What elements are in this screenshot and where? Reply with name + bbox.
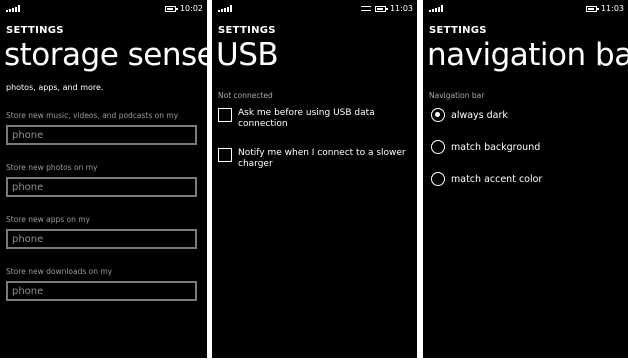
photos-storage-label: Store new photos on my (6, 163, 98, 172)
status-bar: 10:02 (6, 4, 203, 16)
usb-screen: 11:03 SETTINGS USB Not connected Ask me … (212, 0, 417, 358)
ask-before-usb-checkbox[interactable] (218, 108, 232, 122)
page-title: storage sense (4, 37, 207, 73)
status-time: 10:02 (179, 4, 203, 13)
app-title: SETTINGS (218, 25, 276, 36)
downloads-storage-value: phone (12, 286, 44, 297)
music-storage-label: Store new music, videos, and podcasts on… (6, 111, 179, 120)
signal-icon (6, 5, 20, 12)
description-text: photos, apps, and more. (6, 83, 104, 92)
photos-storage-select[interactable]: phone (6, 177, 197, 197)
always-dark-label: always dark (451, 109, 508, 121)
notify-slow-charger-checkbox[interactable] (218, 148, 232, 162)
navigation-bar-label: Navigation bar (429, 91, 485, 100)
music-storage-select[interactable]: phone (6, 125, 197, 145)
match-accent-color-label: match accent color (451, 173, 543, 185)
ask-before-usb-label: Ask me before using USB data connection (238, 108, 375, 129)
status-bar: 11:03 (429, 4, 624, 16)
signal-icon (429, 5, 443, 12)
battery-icon (585, 5, 599, 12)
signal-icon (218, 5, 232, 12)
page-title: navigation bar (427, 37, 628, 73)
match-background-radio[interactable] (431, 140, 445, 154)
status-time: 11:03 (600, 4, 624, 13)
status-time: 11:03 (389, 4, 413, 13)
photos-storage-value: phone (12, 182, 44, 193)
always-dark-option[interactable]: always dark (431, 108, 508, 122)
app-title: SETTINGS (429, 25, 487, 36)
match-background-label: match background (451, 141, 541, 153)
battery-icon (374, 5, 388, 12)
page-title: USB (216, 37, 279, 73)
navigation-bar-screen: 11:03 SETTINGS navigation bar Navigation… (423, 0, 628, 358)
notify-slow-charger-checkbox-row[interactable]: Notify me when I connect to a slower cha… (218, 148, 408, 170)
storage-sense-screen: 10:02 SETTINGS storage sense photos, app… (0, 0, 207, 358)
apps-storage-label: Store new apps on my (6, 215, 90, 224)
music-storage-value: phone (12, 130, 44, 141)
battery-icon (164, 5, 178, 12)
apps-storage-value: phone (12, 234, 44, 245)
status-bar: 11:03 (218, 4, 413, 16)
downloads-storage-select[interactable]: phone (6, 281, 197, 301)
match-accent-color-option[interactable]: match accent color (431, 172, 542, 186)
apps-storage-select[interactable]: phone (6, 229, 197, 249)
downloads-storage-label: Store new downloads on my (6, 267, 113, 276)
app-title: SETTINGS (6, 25, 64, 36)
match-background-option[interactable]: match background (431, 140, 540, 154)
ask-before-usb-checkbox-row[interactable]: Ask me before using USB data connection (218, 108, 408, 130)
notify-slow-charger-label: Notify me when I connect to a slower cha… (238, 148, 406, 169)
screenshot-strip: 10:02 SETTINGS storage sense photos, app… (0, 0, 628, 364)
always-dark-radio[interactable] (431, 108, 445, 122)
match-accent-color-radio[interactable] (431, 172, 445, 186)
connection-status-label: Not connected (218, 91, 273, 100)
usb-connection-icon (360, 6, 371, 11)
